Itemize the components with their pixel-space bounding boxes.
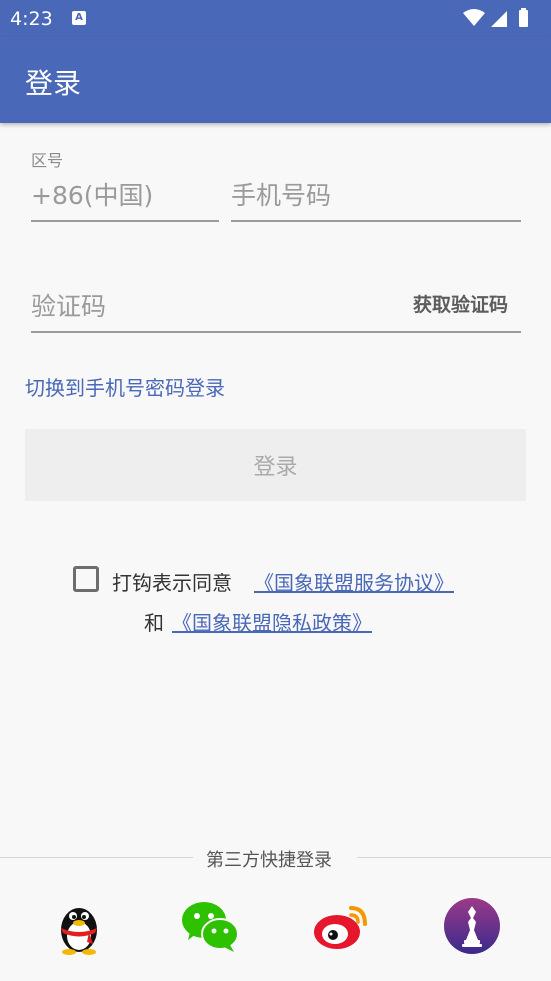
page-title: 登录 — [25, 67, 82, 100]
agreement-row: 打钩表示同意 《国象联盟服务协议》 — [0, 563, 551, 597]
login-button[interactable]: 登录 — [25, 429, 526, 501]
system-status-icons — [463, 8, 528, 27]
app-bar: 登录 — [0, 37, 551, 123]
phone-input[interactable]: 手机号码 — [231, 170, 521, 222]
signal-icon — [491, 11, 507, 27]
switch-to-password-login-link[interactable]: 切换到手机号密码登录 — [25, 372, 225, 401]
divider-left — [0, 857, 193, 858]
agreement-row-2: 和 《国象联盟隐私政策》 — [0, 605, 551, 635]
weibo-icon[interactable] — [311, 896, 371, 956]
area-code-label: 区号 — [31, 151, 64, 170]
area-code-value: +86(中国) — [31, 181, 154, 210]
wifi-icon — [463, 9, 485, 26]
wechat-icon[interactable] — [180, 896, 240, 956]
get-code-button[interactable]: 获取验证码 — [413, 290, 508, 317]
divider-right — [357, 857, 551, 858]
agreement-text: 打钩表示同意 — [112, 571, 232, 595]
agreement-checkbox[interactable] — [73, 566, 99, 592]
area-code-field[interactable]: +86(中国) — [31, 170, 219, 222]
notification-icon: A — [72, 11, 86, 25]
battery-icon — [519, 10, 528, 27]
privacy-policy-link[interactable]: 《国象联盟隐私政策》 — [172, 607, 372, 636]
verification-code-input[interactable]: 验证码 获取验证码 — [31, 280, 521, 333]
chess-app-icon[interactable] — [442, 896, 502, 956]
code-placeholder: 验证码 — [31, 292, 107, 321]
qq-icon[interactable] — [49, 896, 109, 956]
third-party-login-label: 第三方快捷登录 — [206, 850, 332, 871]
and-text: 和 — [144, 611, 164, 635]
status-time: 4:23 — [10, 8, 53, 30]
service-agreement-link[interactable]: 《国象联盟服务协议》 — [254, 567, 454, 596]
phone-placeholder: 手机号码 — [231, 181, 332, 210]
status-bar: 4:23 A — [0, 0, 551, 37]
